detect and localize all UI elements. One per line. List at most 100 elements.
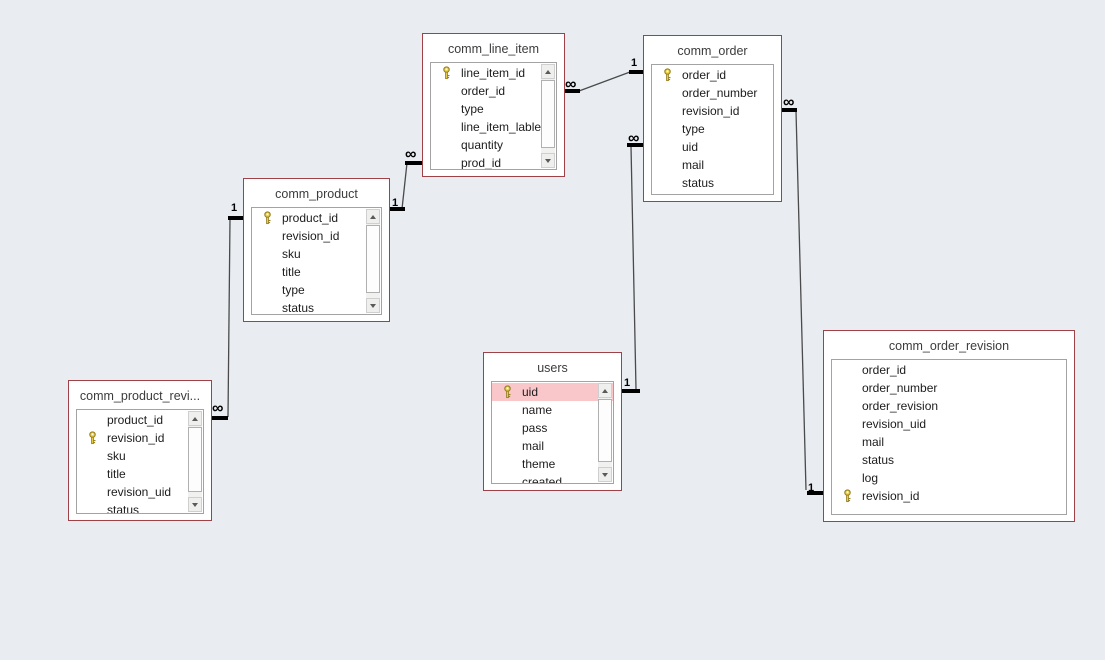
field-row-type[interactable]: type: [652, 120, 773, 138]
scrollbar[interactable]: [541, 64, 555, 168]
cardinality-label-many: ∞: [405, 146, 416, 163]
scroll-up-button[interactable]: [541, 64, 555, 79]
cardinality-label-many: ∞: [212, 400, 223, 417]
field-row-order_id[interactable]: order_id: [652, 66, 773, 84]
field-name: created: [522, 475, 563, 484]
field-name: mail: [682, 158, 705, 172]
field-row-log[interactable]: log: [832, 469, 1066, 487]
scrollbar[interactable]: [366, 209, 380, 313]
field-row-name[interactable]: name: [492, 401, 613, 419]
scrollbar-thumb[interactable]: [598, 399, 612, 462]
cardinality-label-many: ∞: [783, 94, 794, 111]
field-name: status: [862, 453, 895, 467]
field-name: status: [282, 301, 315, 315]
field-name: order_number: [862, 381, 938, 395]
field-name: revision_uid: [107, 485, 172, 499]
table-comm_order[interactable]: comm_order order_id order_number revisio…: [643, 35, 782, 202]
table-comm_order_revision[interactable]: comm_order_revision order_id order_numbe…: [823, 330, 1075, 522]
table-title: comm_order_revision: [888, 339, 1010, 353]
field-name: uid: [682, 140, 699, 154]
field-row-prod_id[interactable]: prod_id: [431, 154, 556, 169]
scroll-up-button[interactable]: [598, 383, 612, 398]
scrollbar[interactable]: [188, 411, 202, 512]
field-row-order_revision[interactable]: order_revision: [832, 397, 1066, 415]
field-row-order_number[interactable]: order_number: [652, 84, 773, 102]
primary-key-icon: [87, 431, 99, 445]
field-name: line_item_lable: [461, 120, 542, 134]
scrollbar[interactable]: [598, 383, 612, 482]
field-row-created[interactable]: created: [492, 473, 613, 484]
cardinality-label-many: ∞: [565, 76, 576, 93]
field-name: type: [282, 283, 305, 297]
table-comm_line_item[interactable]: comm_line_item line_item_id order_id typ…: [422, 33, 565, 177]
field-name: theme: [522, 457, 556, 471]
field-row-revision_id[interactable]: revision_id: [252, 227, 381, 245]
table-title: comm_product: [275, 187, 358, 201]
field-row-title[interactable]: title: [252, 263, 381, 281]
field-row-sku[interactable]: sku: [77, 447, 203, 465]
field-row-revision_uid[interactable]: revision_uid: [832, 415, 1066, 433]
field-row-line_item_lable[interactable]: line_item_lable: [431, 118, 556, 136]
field-row-mail[interactable]: mail: [652, 156, 773, 174]
field-name: product_id: [107, 413, 164, 427]
relationship-line-comm_order-comm_order_revision[interactable]: [795, 110, 807, 491]
scroll-down-button[interactable]: [541, 153, 555, 168]
field-name: uid: [522, 385, 539, 399]
field-name: order_id: [682, 68, 727, 82]
field-row-line_item_id[interactable]: line_item_id: [431, 64, 556, 82]
field-row-revision_uid[interactable]: revision_uid: [77, 483, 203, 501]
field-name: status: [107, 503, 140, 514]
scroll-up-button[interactable]: [188, 411, 202, 426]
cardinality-label-one: 1: [624, 377, 631, 389]
field-row-product_id[interactable]: product_id: [77, 411, 203, 429]
field-name: type: [461, 102, 484, 116]
scrollbar-thumb[interactable]: [188, 427, 202, 492]
field-row-status[interactable]: status: [77, 501, 203, 514]
field-row-order_number[interactable]: order_number: [832, 379, 1066, 397]
field-row-sku[interactable]: sku: [252, 245, 381, 263]
field-name: log: [862, 471, 879, 485]
field-row-revision_id[interactable]: revision_id: [652, 102, 773, 120]
field-row-uid[interactable]: uid: [492, 383, 613, 401]
cardinality-label-one: 1: [631, 57, 638, 69]
relationship-line-comm_product-comm_line_item[interactable]: [401, 162, 408, 210]
scroll-down-button[interactable]: [598, 467, 612, 482]
field-name: sku: [282, 247, 301, 261]
field-row-product_id[interactable]: product_id: [252, 209, 381, 227]
cardinality-label-one: 1: [392, 197, 399, 209]
relationship-line-comm_product_revision-comm_product[interactable]: [227, 218, 231, 418]
relationship-line-comm_line_item-comm_order[interactable]: [578, 71, 631, 92]
scroll-down-button[interactable]: [366, 298, 380, 313]
field-name: product_id: [282, 211, 339, 225]
field-name: pass: [522, 421, 548, 435]
scroll-down-button[interactable]: [188, 497, 202, 512]
field-row-revision_id[interactable]: revision_id: [77, 429, 203, 447]
field-row-status[interactable]: status: [652, 174, 773, 192]
relationship-line-users-comm_order[interactable]: [630, 145, 637, 390]
field-row-uid[interactable]: uid: [652, 138, 773, 156]
field-row-mail[interactable]: mail: [492, 437, 613, 455]
field-row-mail[interactable]: mail: [832, 433, 1066, 451]
field-row-revision_id[interactable]: revision_id: [832, 487, 1066, 505]
field-row-order_id[interactable]: order_id: [832, 361, 1066, 379]
field-row-pass[interactable]: pass: [492, 419, 613, 437]
field-name: order_revision: [862, 399, 939, 413]
field-name: revision_id: [862, 489, 920, 503]
field-row-order_id[interactable]: order_id: [431, 82, 556, 100]
relationships-canvas: comm_line_item line_item_id order_id typ…: [0, 0, 1105, 660]
table-comm_product_revi[interactable]: comm_product_revi... product_id revision…: [68, 380, 212, 521]
field-row-quantity[interactable]: quantity: [431, 136, 556, 154]
table-title: comm_product_revi...: [79, 389, 201, 403]
scrollbar-thumb[interactable]: [541, 80, 555, 148]
scroll-up-button[interactable]: [366, 209, 380, 224]
field-name: name: [522, 403, 553, 417]
field-row-title[interactable]: title: [77, 465, 203, 483]
field-row-status[interactable]: status: [252, 299, 381, 315]
field-row-type[interactable]: type: [431, 100, 556, 118]
field-row-theme[interactable]: theme: [492, 455, 613, 473]
table-comm_product[interactable]: comm_product product_id revision_id sku …: [243, 178, 390, 322]
field-row-status[interactable]: status: [832, 451, 1066, 469]
scrollbar-thumb[interactable]: [366, 225, 380, 293]
field-row-type[interactable]: type: [252, 281, 381, 299]
table-users[interactable]: users uid name pass mail theme created: [483, 352, 622, 491]
